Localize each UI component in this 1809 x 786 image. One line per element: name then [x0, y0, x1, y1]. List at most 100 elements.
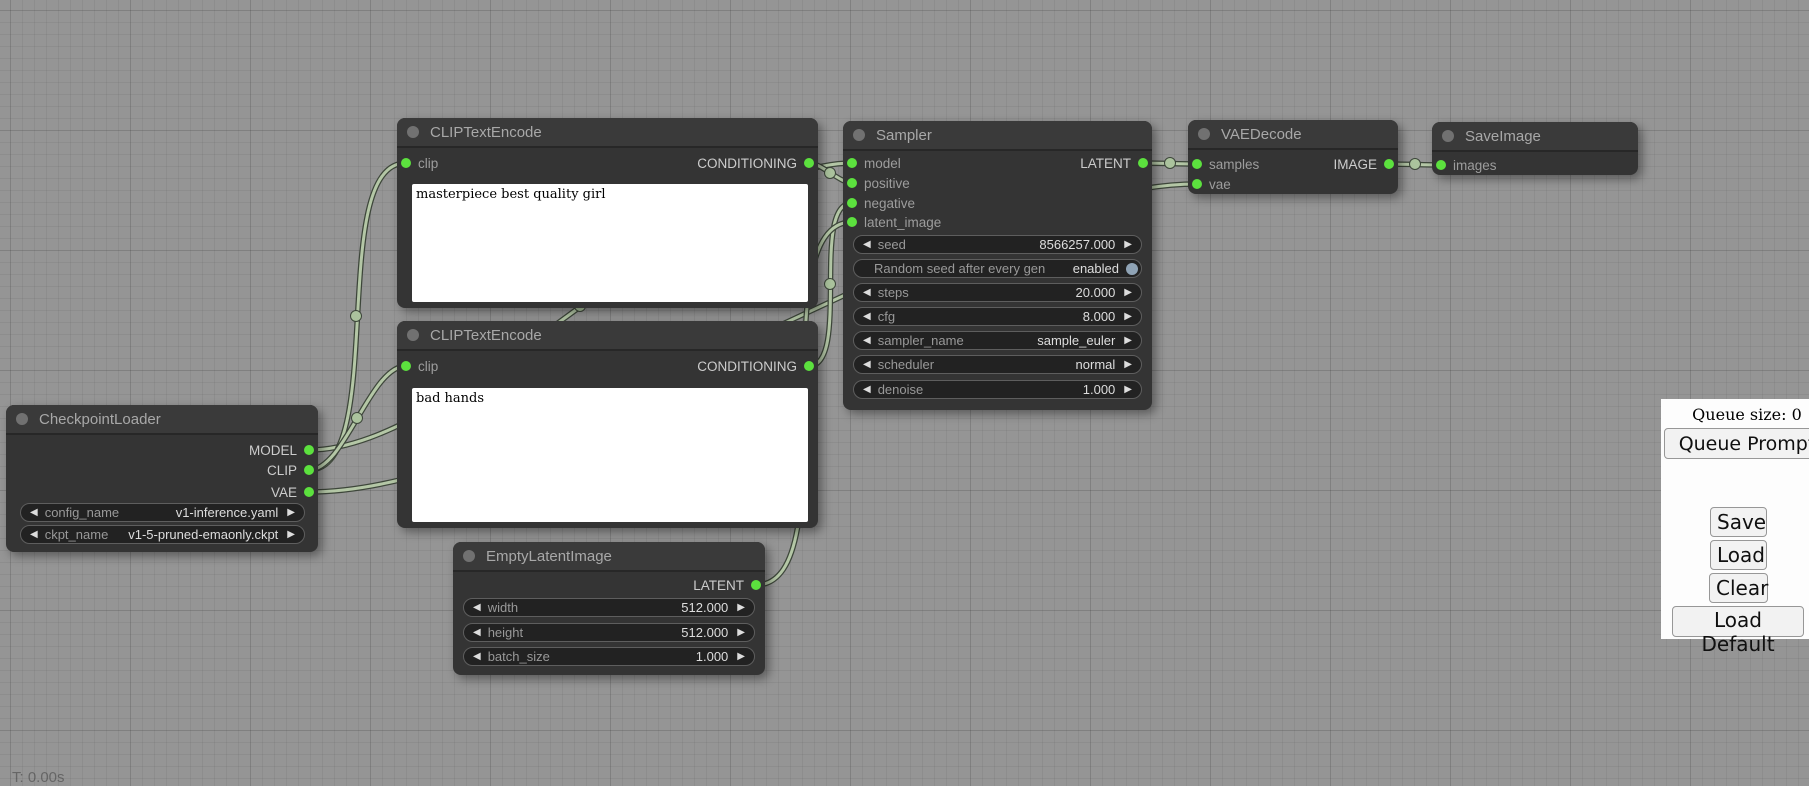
node-clip-text-encode-negative: CLIPTextEncode clip CONDITIONING bad han…	[397, 321, 818, 528]
decrement-arrow-icon[interactable]: ◀	[861, 385, 873, 395]
decrement-arrow-icon[interactable]: ◀	[471, 603, 483, 613]
increment-arrow-icon[interactable]: ▶	[1122, 336, 1134, 346]
output-slot-dot[interactable]	[1384, 159, 1394, 169]
node-title-bar[interactable]: VAEDecode	[1188, 120, 1398, 150]
decrement-arrow-icon[interactable]: ◀	[471, 652, 483, 662]
input-slot-vae: vae	[1192, 174, 1231, 194]
node-title: VAEDecode	[1221, 126, 1302, 143]
output-slot-vae: VAE	[271, 482, 314, 502]
decrement-arrow-icon[interactable]: ◀	[861, 312, 873, 322]
increment-arrow-icon[interactable]: ▶	[735, 603, 747, 613]
decrement-arrow-icon[interactable]: ◀	[28, 508, 40, 518]
increment-arrow-icon[interactable]: ▶	[735, 652, 747, 662]
input-slot-dot[interactable]	[847, 178, 857, 188]
save-button[interactable]: Save	[1710, 507, 1767, 537]
decrement-arrow-icon[interactable]: ◀	[861, 360, 873, 370]
widget-height[interactable]: ◀ height 512.000 ▶	[463, 623, 755, 642]
increment-arrow-icon[interactable]: ▶	[1122, 312, 1134, 322]
decrement-arrow-icon[interactable]: ◀	[861, 288, 873, 298]
node-collapse-dot-icon[interactable]	[1442, 130, 1454, 142]
wire-center-dot	[1165, 158, 1176, 169]
clear-button[interactable]: Clear	[1709, 573, 1768, 603]
widget-scheduler[interactable]: ◀ scheduler normal ▶	[853, 355, 1142, 374]
input-slot-dot[interactable]	[847, 198, 857, 208]
increment-arrow-icon[interactable]: ▶	[1122, 288, 1134, 298]
input-slot-dot[interactable]	[1436, 160, 1446, 170]
menu-spacer	[1661, 459, 1809, 505]
output-slot-latent: LATENT	[693, 575, 761, 595]
input-slot-latent-image: latent_image	[847, 212, 941, 232]
widget-seed[interactable]: ◀ seed 8566257.000 ▶	[853, 235, 1142, 254]
output-slot-dot[interactable]	[804, 158, 814, 168]
prompt-textarea[interactable]: masterpiece best quality girl	[412, 184, 808, 302]
input-slot-dot[interactable]	[1192, 179, 1202, 189]
load-default-button[interactable]: Load Default	[1672, 606, 1804, 637]
decrement-arrow-icon[interactable]: ◀	[471, 628, 483, 638]
output-slot-dot[interactable]	[804, 361, 814, 371]
node-checkpoint-loader: CheckpointLoader MODEL CLIP VAE ◀ config…	[6, 405, 318, 552]
load-button[interactable]: Load	[1710, 540, 1767, 570]
queue-size-label: Queue size: 0	[1661, 399, 1809, 424]
node-title: CheckpointLoader	[39, 411, 161, 428]
node-title-bar[interactable]: CLIPTextEncode	[397, 118, 818, 148]
output-slot-dot[interactable]	[304, 465, 314, 475]
output-slot-conditioning: CONDITIONING	[697, 153, 814, 173]
node-title: SaveImage	[1465, 128, 1541, 145]
input-slot-positive: positive	[847, 173, 910, 193]
queue-prompt-button[interactable]: Queue Prompt	[1664, 428, 1809, 459]
input-slot-dot[interactable]	[1192, 159, 1202, 169]
wire-center-dot	[351, 311, 362, 322]
increment-arrow-icon[interactable]: ▶	[1122, 385, 1134, 395]
widget-width[interactable]: ◀ width 512.000 ▶	[463, 598, 755, 617]
decrement-arrow-icon[interactable]: ◀	[861, 240, 873, 250]
decrement-arrow-icon[interactable]: ◀	[28, 530, 40, 540]
input-slot-model: model	[847, 153, 901, 173]
input-slot-dot[interactable]	[401, 158, 411, 168]
node-collapse-dot-icon[interactable]	[853, 129, 865, 141]
output-slot-dot[interactable]	[1138, 158, 1148, 168]
widget-ckpt-name[interactable]: ◀ ckpt_name v1-5-pruned-emaonly.ckpt ▶	[20, 525, 305, 544]
output-slot-dot[interactable]	[304, 487, 314, 497]
increment-arrow-icon[interactable]: ▶	[735, 628, 747, 638]
node-collapse-dot-icon[interactable]	[1198, 128, 1210, 140]
node-title-bar[interactable]: CheckpointLoader	[6, 405, 318, 435]
widget-denoise[interactable]: ◀ denoise 1.000 ▶	[853, 380, 1142, 399]
widget-sampler-name[interactable]: ◀ sampler_name sample_euler ▶	[853, 331, 1142, 350]
node-title: CLIPTextEncode	[430, 124, 542, 141]
output-slot-dot[interactable]	[751, 580, 761, 590]
node-title-bar[interactable]: CLIPTextEncode	[397, 321, 818, 351]
node-collapse-dot-icon[interactable]	[407, 126, 419, 138]
wire-center-dot	[825, 279, 836, 290]
output-slot-image: IMAGE	[1333, 154, 1394, 174]
wire-center-dot	[352, 413, 363, 424]
increment-arrow-icon[interactable]: ▶	[285, 530, 297, 540]
widget-random-seed-toggle[interactable]: Random seed after every gen enabled	[853, 259, 1142, 278]
widget-batch-size[interactable]: ◀ batch_size 1.000 ▶	[463, 647, 755, 666]
toggle-knob-icon[interactable]	[1126, 263, 1138, 275]
increment-arrow-icon[interactable]: ▶	[1122, 360, 1134, 370]
input-slot-clip: clip	[401, 153, 438, 173]
increment-arrow-icon[interactable]: ▶	[285, 508, 297, 518]
widget-steps[interactable]: ◀ steps 20.000 ▶	[853, 283, 1142, 302]
node-sampler: Sampler model positive negative latent_i…	[843, 121, 1152, 410]
node-clip-text-encode-positive: CLIPTextEncode clip CONDITIONING masterp…	[397, 118, 818, 308]
wire-center-dot	[1410, 159, 1421, 170]
widget-cfg[interactable]: ◀ cfg 8.000 ▶	[853, 307, 1142, 326]
node-title-bar[interactable]: Sampler	[843, 121, 1152, 151]
node-title: Sampler	[876, 127, 932, 144]
node-title-bar[interactable]: SaveImage	[1432, 122, 1638, 152]
prompt-textarea[interactable]: bad hands	[412, 388, 808, 522]
increment-arrow-icon[interactable]: ▶	[1122, 240, 1134, 250]
input-slot-dot[interactable]	[847, 158, 857, 168]
node-collapse-dot-icon[interactable]	[463, 550, 475, 562]
node-collapse-dot-icon[interactable]	[16, 413, 28, 425]
node-collapse-dot-icon[interactable]	[407, 329, 419, 341]
output-slot-conditioning: CONDITIONING	[697, 356, 814, 376]
node-title-bar[interactable]: EmptyLatentImage	[453, 542, 765, 572]
output-slot-dot[interactable]	[304, 445, 314, 455]
node-empty-latent-image: EmptyLatentImage LATENT ◀ width 512.000 …	[453, 542, 765, 675]
decrement-arrow-icon[interactable]: ◀	[861, 336, 873, 346]
widget-config-name[interactable]: ◀ config_name v1-inference.yaml ▶	[20, 503, 305, 522]
input-slot-dot[interactable]	[401, 361, 411, 371]
input-slot-dot[interactable]	[847, 217, 857, 227]
